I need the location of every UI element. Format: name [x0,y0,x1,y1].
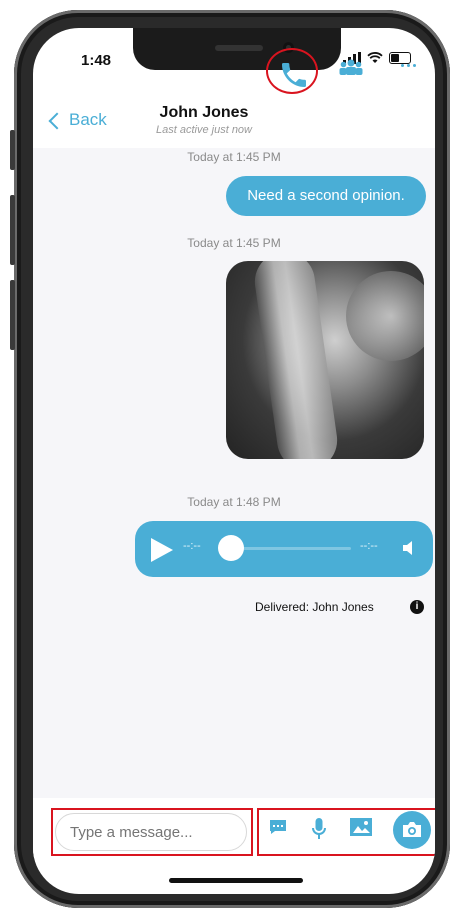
camera-icon [403,822,421,837]
play-icon[interactable] [151,538,173,562]
side-button [10,195,15,265]
message-timestamp: Today at 1:45 PM [187,150,281,164]
image-icon[interactable] [349,817,373,839]
back-button[interactable]: Back [48,110,107,130]
composer [33,798,435,858]
chat-icon[interactable] [268,817,288,837]
volume-icon[interactable] [401,539,417,557]
contact-name: John Jones [159,104,249,121]
nav-bar: Back John Jones Last active just now [33,90,435,149]
phone-icon[interactable] [278,59,310,91]
message-list: Today at 1:45 PM Need a second opinion. … [33,148,435,798]
audio-scrubber[interactable] [218,535,244,561]
audio-message: --:-- --:-- [135,521,433,577]
sent-message: Need a second opinion. [226,176,426,216]
message-timestamp: Today at 1:48 PM [187,495,281,509]
audio-duration: --:-- [360,540,378,552]
last-active: Last active just now [156,124,252,136]
message-text: Need a second opinion. [247,187,405,204]
more-icon[interactable] [401,64,416,67]
status-time: 1:48 [81,52,112,69]
microphone-icon[interactable] [310,817,328,841]
home-indicator[interactable] [169,878,303,883]
audio-elapsed: --:-- [183,540,201,552]
info-icon[interactable]: i [410,600,424,614]
side-button [10,280,15,350]
input-highlight [51,808,253,856]
side-button [10,130,15,170]
camera-button[interactable] [393,811,431,849]
group-icon[interactable] [338,58,364,76]
conversation-header: John Jones Last active just now [145,104,263,136]
xray-image[interactable] [226,261,424,459]
battery-icon [389,52,411,64]
chevron-left-icon [48,112,66,129]
back-label: Back [69,110,107,129]
speaker [215,45,263,51]
message-timestamp: Today at 1:45 PM [187,236,281,250]
delivery-status: Delivered: John Jones [255,600,374,614]
wifi-icon [367,52,383,63]
screen: 1:48 Back John Jones Last active just no… [33,28,435,894]
